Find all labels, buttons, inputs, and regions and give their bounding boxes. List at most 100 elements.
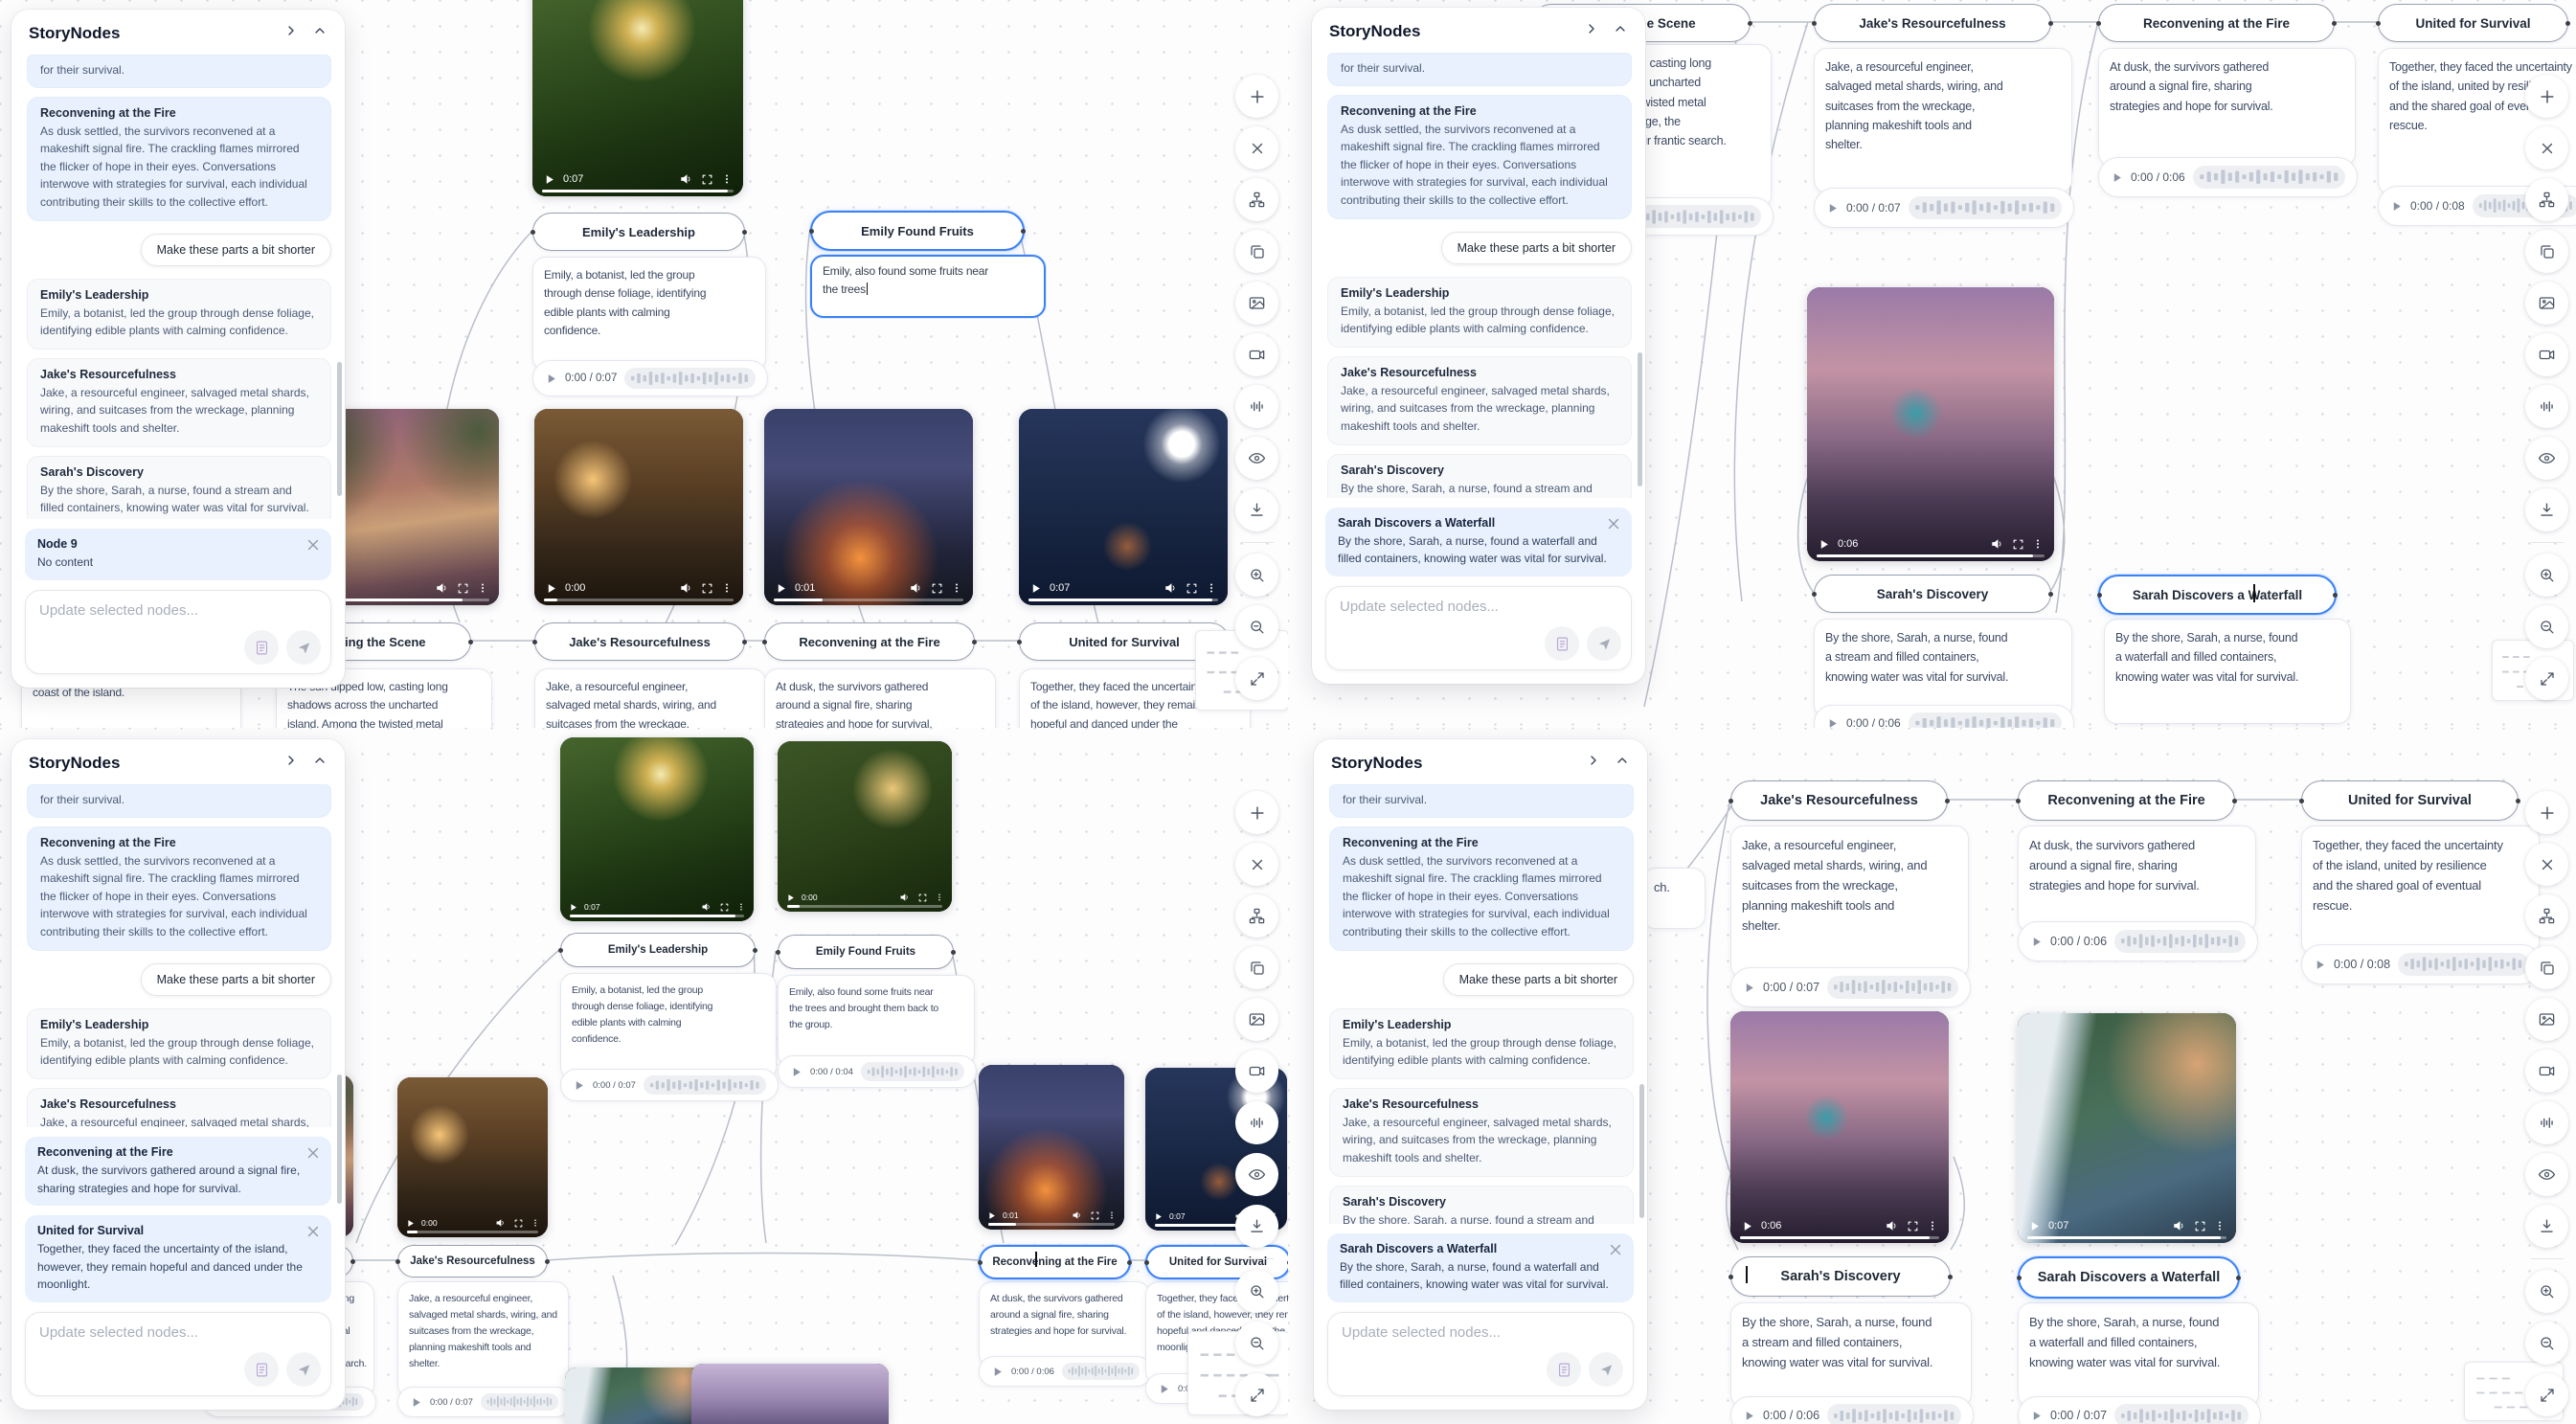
collapse-button[interactable] — [1586, 753, 1601, 773]
make-shorter-button[interactable]: Make these parts a bit shorter — [141, 963, 331, 996]
selected-node-card[interactable]: Sarah Discovers a WaterfallBy the shore,… — [1325, 508, 1632, 576]
update-input[interactable]: Update selected nodes... — [25, 1312, 331, 1396]
video-node[interactable]: 0:00 — [778, 741, 952, 912]
audio-player[interactable]: 0:00 / 0:06 — [979, 1356, 1152, 1387]
toolbar-button-flow[interactable] — [1235, 178, 1278, 221]
close-icon[interactable] — [305, 1144, 322, 1166]
video-node[interactable]: 0:07 — [532, 0, 743, 196]
story-card-list[interactable]: for their survival.Reconvening at the Fi… — [1314, 780, 1647, 1224]
audio-player[interactable]: 0:00 / 0:07 — [1814, 188, 2074, 228]
toolbar-button-close[interactable] — [1235, 126, 1278, 170]
toolbar-button-zoom-out[interactable] — [2525, 1322, 2568, 1365]
send-button[interactable] — [1587, 626, 1621, 661]
node-text-card[interactable]: Emily, a botanist, led the groupthrough … — [560, 973, 777, 1080]
toolbar-button-video[interactable] — [2525, 1050, 2568, 1093]
node-title-pill[interactable]: Emily's Leadership — [560, 933, 756, 967]
close-icon[interactable] — [305, 536, 322, 558]
video-node[interactable]: 0:00 — [397, 1077, 548, 1237]
video-node[interactable]: 0:00 — [534, 409, 743, 605]
scrollbar-thumb[interactable] — [337, 362, 342, 496]
video-node[interactable]: 0:07 — [560, 737, 754, 921]
toolbar-button-copy[interactable] — [2525, 946, 2568, 989]
node-text-input[interactable]: Emily, also found some fruits nearthe tr… — [810, 255, 1046, 318]
node-title-pill[interactable]: Sarah's Discovery — [1730, 1256, 1951, 1297]
video-node[interactable]: 0:01 — [764, 409, 973, 605]
audio-player[interactable]: 0:00 / 0:04 — [778, 1055, 977, 1088]
video-progress[interactable] — [542, 190, 734, 193]
story-card[interactable]: for their survival. — [27, 55, 331, 88]
toolbar-button-image[interactable] — [2525, 998, 2568, 1041]
video-progress[interactable] — [2027, 1236, 2226, 1240]
toolbar-button-audio[interactable] — [2525, 1101, 2568, 1144]
story-card[interactable]: Emily's LeadershipEmily, a botanist, led… — [27, 279, 331, 350]
story-card[interactable]: Reconvening at the FireAs dusk settled, … — [27, 97, 331, 221]
toolbar-button-copy[interactable] — [2525, 230, 2568, 273]
toolbar-button-expand[interactable] — [1235, 657, 1278, 700]
toolbar-button-zoom-out[interactable] — [2525, 605, 2568, 648]
node-title-pill[interactable]: Jake's Resourcefulness — [534, 622, 745, 661]
node-text-card[interactable]: By the shore, Sarah, a nurse, founda wat… — [2018, 1302, 2259, 1408]
toolbar-button-image[interactable] — [1235, 998, 1278, 1041]
toolbar-button-image[interactable] — [1235, 282, 1278, 325]
story-card[interactable]: for their survival. — [27, 784, 331, 818]
make-shorter-button[interactable]: Make these parts a bit shorter — [141, 234, 331, 266]
node-text-card[interactable]: At dusk, the survivors gatheredaround a … — [979, 1281, 1150, 1367]
node-text-card[interactable]: Emily, a botanist, led the groupthrough … — [532, 257, 766, 372]
toolbar-button-image[interactable] — [2525, 282, 2568, 325]
toolbar-button-zoom-out[interactable] — [1235, 605, 1278, 648]
toolbar-button-expand[interactable] — [2525, 1373, 2568, 1416]
audio-player[interactable]: 0:00 / 0:06 — [2098, 157, 2358, 197]
node-title-pill[interactable]: Jake's Resourcefulness — [1730, 780, 1948, 821]
audio-player[interactable]: 0:00 / 0:07 — [397, 1387, 571, 1417]
node-text-card[interactable]: Jake, a resourceful engineer,salvaged me… — [397, 1281, 569, 1398]
story-card[interactable]: for their survival. — [1327, 53, 1632, 86]
selected-node-card[interactable]: Sarah Discovers a WaterfallBy the shore,… — [1327, 1233, 1634, 1302]
node-title-pill[interactable]: Reconvening at the Fire — [2098, 4, 2335, 42]
toolbar-button-download[interactable] — [1235, 1205, 1278, 1248]
toolbar-button-download[interactable] — [2525, 488, 2568, 531]
node-text-card[interactable]: Jake, a resourceful engineer,salvaged me… — [1814, 48, 2072, 193]
update-input[interactable]: Update selected nodes... — [1325, 586, 1632, 670]
story-card-list[interactable]: for their survival.Reconvening at the Fi… — [1312, 49, 1645, 498]
toolbar-button-flow[interactable] — [1235, 894, 1278, 938]
node-title-pill[interactable]: Jake's Resourcefulness — [397, 1245, 548, 1277]
collapse-button[interactable] — [1584, 21, 1599, 41]
toolbar-button-video[interactable] — [1235, 333, 1278, 376]
toolbar-button-eye[interactable] — [1235, 1153, 1278, 1196]
toolbar-button-audio[interactable] — [2525, 385, 2568, 428]
node-text-card[interactable]: At dusk, the survivors gatheredaround a … — [2098, 48, 2356, 167]
story-card[interactable]: Reconvening at the FireAs dusk settled, … — [27, 826, 331, 951]
scrollbar-thumb[interactable] — [1639, 1084, 1644, 1218]
send-button[interactable] — [286, 630, 321, 665]
story-card[interactable]: Emily's LeadershipEmily, a botanist, led… — [27, 1008, 331, 1079]
toolbar-button-plus[interactable] — [2525, 75, 2568, 118]
chevron-up-icon[interactable] — [312, 23, 328, 43]
toolbar-button-video[interactable] — [2525, 333, 2568, 376]
node-text-card[interactable]: By the shore, Sarah, a nurse, founda str… — [1730, 1302, 1972, 1408]
toolbar-button-zoom-in[interactable] — [2525, 1270, 2568, 1313]
toolbar-button-plus[interactable] — [1235, 75, 1278, 118]
node-title-pill[interactable]: Emily's Leadership — [532, 213, 745, 251]
chevron-up-icon[interactable] — [312, 753, 328, 773]
toolbar-button-audio[interactable] — [1235, 1101, 1278, 1144]
chevron-up-icon[interactable] — [1615, 753, 1630, 773]
toolbar-button-flow[interactable] — [2525, 894, 2568, 938]
node-text-card[interactable]: Together, they faced the uncertaintyof t… — [2301, 825, 2540, 956]
attach-doc-button[interactable] — [244, 630, 279, 665]
audio-player[interactable]: 0:00 / 0:06 — [2018, 921, 2258, 961]
audio-player[interactable]: 0:00 / 0:07 — [560, 1069, 779, 1101]
story-card[interactable]: Sarah's DiscoveryBy the shore, Sarah, a … — [1329, 1186, 1634, 1224]
story-card[interactable]: Emily's LeadershipEmily, a botanist, led… — [1327, 277, 1632, 348]
toolbar-button-audio[interactable] — [1235, 385, 1278, 428]
toolbar-button-close[interactable] — [1235, 843, 1278, 886]
toolbar-button-copy[interactable] — [1235, 946, 1278, 989]
close-icon[interactable] — [1605, 515, 1622, 537]
attach-doc-button[interactable] — [1545, 626, 1579, 661]
video-progress[interactable] — [1740, 1236, 1939, 1240]
node-text-card[interactable]: By the shore, Sarah, a nurse, founda wat… — [2104, 619, 2351, 724]
node-title-pill[interactable]: Emily Found Fruits — [778, 935, 954, 969]
selected-node-card[interactable]: United for SurvivalTogether, they faced … — [25, 1215, 331, 1302]
story-card[interactable]: Jake's ResourcefulnessJake, a resourcefu… — [27, 1088, 331, 1127]
story-card-list[interactable]: for their survival. Reconvening at the Fi… — [11, 51, 345, 519]
video-progress[interactable] — [988, 1223, 1115, 1227]
